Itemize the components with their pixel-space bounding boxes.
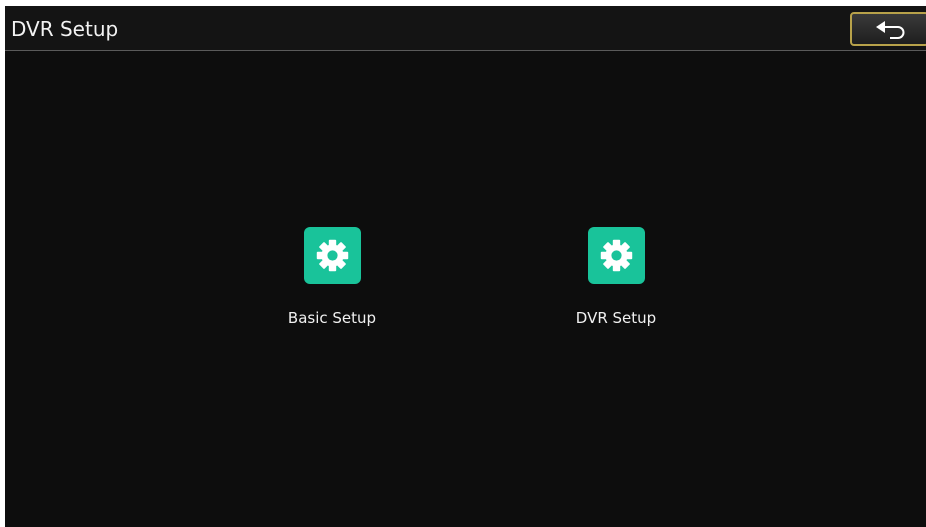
- back-button[interactable]: [850, 12, 926, 46]
- basic-setup-gear-icon: [304, 227, 361, 284]
- title-bar: DVR Setup: [5, 6, 926, 51]
- dvr-setup-gear-icon: [588, 227, 645, 284]
- dvr-setup-label: DVR Setup: [575, 309, 657, 327]
- page-title: DVR Setup: [11, 17, 119, 41]
- basic-setup-tile[interactable]: Basic Setup: [257, 227, 407, 337]
- dvr-setup-screen: DVR Setup Basic Setup DVR Setup: [5, 6, 926, 527]
- basic-setup-label: Basic Setup: [287, 309, 377, 327]
- dvr-setup-tile[interactable]: DVR Setup: [541, 227, 691, 337]
- back-arrow-icon: [876, 21, 905, 39]
